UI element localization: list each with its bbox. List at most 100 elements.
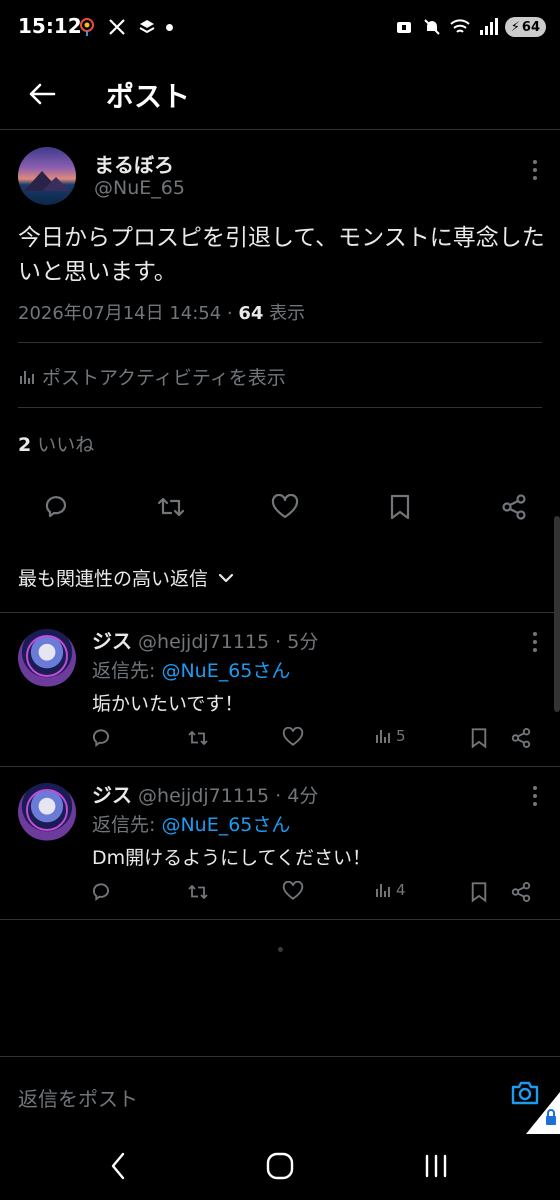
reply-icon [45,496,67,518]
scrollbar[interactable] [554,516,560,712]
reply-sort-dropdown[interactable]: 最も関連性の高い返信 [18,564,234,591]
bookmark-button[interactable] [470,881,488,903]
lock-icon [393,16,415,38]
reply-button[interactable] [40,491,72,523]
reply-author-name: ジス [92,783,132,807]
chevron-down-icon [218,573,234,582]
reply-button[interactable] [90,881,112,903]
post-text: 今日からプロスピを引退して、モンストに専念したいと思います。 [18,225,545,285]
loading-dot [278,947,283,952]
status-left-icons [76,16,173,38]
arrow-left-icon [29,83,56,105]
analytics-icon [376,730,390,743]
wifi-icon [449,16,471,38]
like-button[interactable] [282,881,304,901]
bookmark-icon [390,494,409,520]
likes-count: 2 [18,434,32,456]
nav-back-button[interactable] [110,1152,126,1180]
reply-more-button[interactable] [532,631,538,653]
reply-input[interactable]: 返信をポスト [18,1083,138,1112]
reply-compose-bar: 返信をポスト [0,1056,560,1134]
reply-handle-time: @hejjdj71115 · 4分 [132,785,319,807]
system-nav-bar [0,1134,560,1200]
status-time: 15:12 [18,14,82,38]
share-button[interactable] [510,881,532,903]
signal-icon [477,16,499,38]
more-vertical-icon [533,632,537,652]
share-button[interactable] [498,491,530,523]
bookmark-icon [471,882,487,903]
more-vertical-icon [533,786,537,806]
page-title: ポスト [106,80,191,113]
battery-icon: ⚡ [510,19,520,35]
reply-to-user-link[interactable]: @NuE_65さん [161,814,290,836]
divider [18,407,542,408]
nav-recents-button[interactable] [423,1153,449,1179]
views-count: 5 [396,727,406,745]
analytics-icon [20,370,34,384]
nav-home-button[interactable] [265,1151,295,1181]
views-button[interactable]: 5 [374,727,406,745]
repost-icon [157,497,184,517]
repost-button[interactable] [186,881,210,903]
x-icon [106,16,128,38]
reply-actions: 4 [90,881,540,909]
activity-label: ポストアクティビティを表示 [42,367,286,389]
like-button[interactable] [269,491,301,523]
avatar-ring [26,635,68,677]
bookmark-icon [471,728,487,749]
reply-handle-time: @hejjdj71115 · 5分 [132,631,319,653]
views-button[interactable]: 4 [374,881,406,899]
repost-button[interactable] [155,491,187,523]
reply-actions: 5 [90,727,540,755]
reply-text: Dm開けるようにしてください！ [92,847,371,869]
author-name[interactable]: まるぼろ [94,149,174,178]
battery-level: 64 [521,19,540,35]
reply-author-name: ジス [92,629,132,653]
heart-icon [282,727,304,746]
more-vertical-icon [533,160,537,180]
post-actions [40,491,530,523]
more-options-button[interactable] [532,159,538,181]
author-handle[interactable]: @NuE_65 [94,177,185,199]
post-meta: 2026年07月14日 14:54 · 64 表示 [18,299,305,325]
page-header: ポスト [0,56,560,130]
reply-button[interactable] [90,727,112,749]
heart-icon [271,494,299,519]
repost-button[interactable] [186,727,210,749]
likes-summary[interactable]: 2 いいね [18,430,94,457]
bookmark-button[interactable] [470,727,488,749]
reply-item[interactable]: ジス @hejjdj71115 · 4分 返信先: @NuE_65さん Dm開け… [0,766,560,920]
reply-more-button[interactable] [532,785,538,807]
post-activity-link[interactable]: ポストアクティビティを表示 [18,363,286,390]
reply-avatar[interactable] [18,629,76,687]
reply-to-prefix: 返信先: [92,814,162,836]
back-button[interactable] [22,74,62,114]
battery-indicator: ⚡ 64 [504,17,546,37]
avatar[interactable] [18,147,76,205]
share-button[interactable] [510,727,532,749]
reply-to-user-link[interactable]: @NuE_65さん [161,660,290,682]
layers-icon [136,16,158,38]
sort-label: 最も関連性の高い返信 [18,568,209,590]
reply-avatar[interactable] [18,783,76,841]
reply-author[interactable]: ジス @hejjdj71115 · 5分 [92,625,318,654]
share-icon [511,728,531,748]
recents-icon [425,1154,447,1178]
likes-label: いいね [31,434,95,456]
reply-icon [92,883,109,901]
views-count: 4 [396,881,406,899]
status-bar: 15:12 ⚡ 64 [0,0,560,56]
repost-icon [188,730,208,746]
reply-author[interactable]: ジス @hejjdj71115 · 4分 [92,779,318,808]
like-button[interactable] [282,727,304,747]
status-right-icons: ⚡ 64 [393,16,546,38]
location-icon [76,16,98,38]
reply-item[interactable]: ジス @hejjdj71115 · 5分 返信先: @NuE_65さん 垢かいた… [0,612,560,766]
post-date: 2026年07月14日 14:54 · [18,303,239,324]
reply-text: 垢かいたいです！ [92,693,244,715]
share-icon [511,882,531,902]
bookmark-button[interactable] [384,491,416,523]
chevron-left-icon [111,1152,125,1180]
notification-dot [166,23,173,31]
